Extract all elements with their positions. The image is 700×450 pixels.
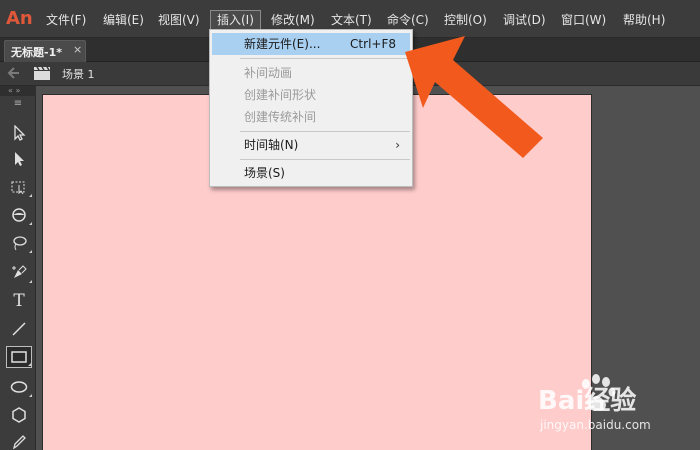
tool-flyout-icon (29, 194, 32, 197)
menu-separator (240, 159, 410, 160)
menu-view[interactable]: 视图(V) (152, 10, 206, 30)
subselect-arrow-icon (15, 152, 24, 166)
tools-panel: « » ≡ T (0, 86, 36, 450)
menu-modify[interactable]: 修改(M) (265, 10, 321, 30)
hexagon-icon (12, 407, 26, 423)
transform-icon (11, 181, 25, 195)
tool-flyout-icon (29, 250, 32, 253)
arrow-pointer-icon (14, 125, 26, 141)
menu-separator (240, 131, 410, 132)
watermark-brand: Bai经验 (538, 386, 637, 416)
polystar-tool[interactable] (6, 404, 32, 426)
pencil-tool[interactable] (6, 430, 32, 450)
menu-item-scene[interactable]: 场景(S) (212, 162, 410, 184)
sphere-rotate-icon (12, 208, 26, 222)
line-icon (12, 322, 26, 336)
tool-flyout-icon (29, 394, 32, 397)
menu-item-shortcut: Ctrl+F8 (350, 37, 396, 51)
oval-icon (10, 381, 28, 393)
oval-tool[interactable] (6, 376, 32, 398)
lasso-icon (13, 236, 27, 251)
annotation-arrow-icon (405, 36, 543, 158)
selection-tool[interactable] (6, 122, 32, 144)
document-tab-title: 无标题-1* (11, 46, 62, 59)
clapperboard-icon[interactable] (33, 66, 51, 80)
menu-text[interactable]: 文本(T) (325, 10, 378, 30)
pen-tool[interactable] (6, 262, 32, 284)
scene-label: 场景 1 (62, 68, 95, 81)
tool-flyout-icon (28, 363, 31, 366)
lasso-tool[interactable] (6, 232, 32, 254)
document-tab[interactable]: 无标题-1* × (4, 40, 86, 62)
menu-window[interactable]: 窗口(W) (555, 10, 612, 30)
menu-control[interactable]: 控制(O) (438, 10, 493, 30)
pen-icon (12, 265, 27, 278)
menu-item-classic-tween[interactable]: 创建传统补间 (212, 106, 410, 128)
3d-rotation-tool[interactable] (6, 204, 32, 226)
menu-commands[interactable]: 命令(C) (381, 10, 435, 30)
text-tool[interactable]: T (6, 290, 32, 312)
menu-item-label: 时间轴(N) (244, 138, 299, 152)
tool-flyout-icon (29, 280, 32, 283)
app-logo: An (6, 8, 33, 29)
line-tool[interactable] (6, 318, 32, 340)
menu-item-timeline[interactable]: 时间轴(N) › (212, 134, 410, 156)
close-icon[interactable]: × (73, 43, 82, 56)
menu-item-label: 新建元件(E)... (244, 37, 321, 51)
menu-separator (240, 58, 410, 59)
menu-help[interactable]: 帮助(H) (617, 10, 671, 30)
rectangle-tool[interactable] (6, 346, 32, 368)
menu-file[interactable]: 文件(F) (40, 10, 92, 30)
panel-grip-icon[interactable]: ≡ (0, 98, 36, 110)
menu-item-shape-tween[interactable]: 创建补间形状 (212, 84, 410, 106)
insert-dropdown-menu: 新建元件(E)... Ctrl+F8 补间动画 创建补间形状 创建传统补间 时间… (209, 29, 413, 187)
panel-collapse-icon[interactable]: « » (0, 86, 36, 96)
watermark-url: jingyan.baidu.com (540, 418, 651, 432)
watermark: Bai经验 jingyan.baidu.com (530, 368, 700, 450)
back-arrow-icon[interactable] (6, 66, 20, 80)
menu-insert[interactable]: 插入(I) (210, 10, 261, 30)
tool-flyout-icon (29, 222, 32, 225)
menu-edit[interactable]: 编辑(E) (97, 10, 150, 30)
subselection-tool[interactable] (6, 148, 32, 170)
menu-debug[interactable]: 调试(D) (497, 10, 552, 30)
pencil-icon (13, 435, 26, 449)
rectangle-icon (11, 351, 27, 363)
free-transform-tool[interactable] (6, 176, 32, 198)
menu-item-new-symbol[interactable]: 新建元件(E)... Ctrl+F8 (212, 33, 410, 55)
menu-item-motion-tween[interactable]: 补间动画 (212, 62, 410, 84)
